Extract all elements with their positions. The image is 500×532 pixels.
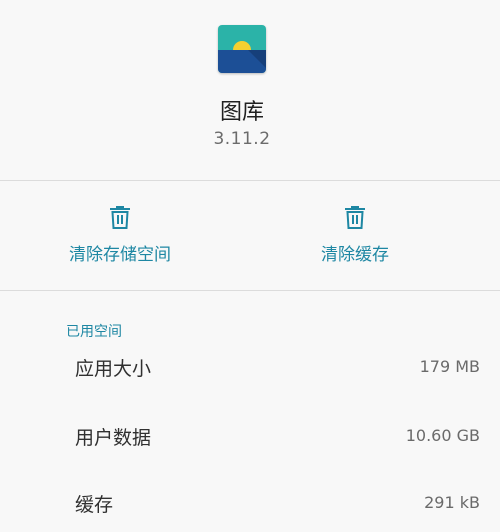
app-version: 3.11.2 xyxy=(213,129,271,149)
divider xyxy=(0,180,500,181)
row-label: 应用大小 xyxy=(75,358,152,380)
storage-section-title: 已用空间 xyxy=(66,324,122,340)
storage-row-cache: 缓存 291 kB xyxy=(0,480,500,524)
row-value: 291 kB xyxy=(424,493,480,512)
clear-cache-label: 清除缓存 xyxy=(321,245,389,265)
row-label: 缓存 xyxy=(75,494,114,516)
divider xyxy=(0,290,500,291)
clear-storage-button[interactable]: 清除存储空间 xyxy=(40,204,200,266)
row-label: 用户数据 xyxy=(75,427,152,449)
app-name: 图库 xyxy=(219,100,264,125)
app-info-page: 图库 3.11.2 清除存储空间 清除缓存 已用空间 应用大小 179 MB 用… xyxy=(0,0,500,532)
trash-icon xyxy=(345,206,365,229)
storage-row-user-data: 用户数据 10.60 GB xyxy=(0,413,500,457)
storage-row-app-size: 应用大小 179 MB xyxy=(0,344,500,388)
gallery-app-icon xyxy=(218,25,266,73)
row-value: 10.60 GB xyxy=(405,426,480,445)
row-value: 179 MB xyxy=(419,357,480,376)
clear-cache-button[interactable]: 清除缓存 xyxy=(275,204,435,266)
app-header: 图库 3.11.2 xyxy=(0,0,500,180)
clear-storage-label: 清除存储空间 xyxy=(69,245,171,265)
trash-icon xyxy=(110,206,130,229)
